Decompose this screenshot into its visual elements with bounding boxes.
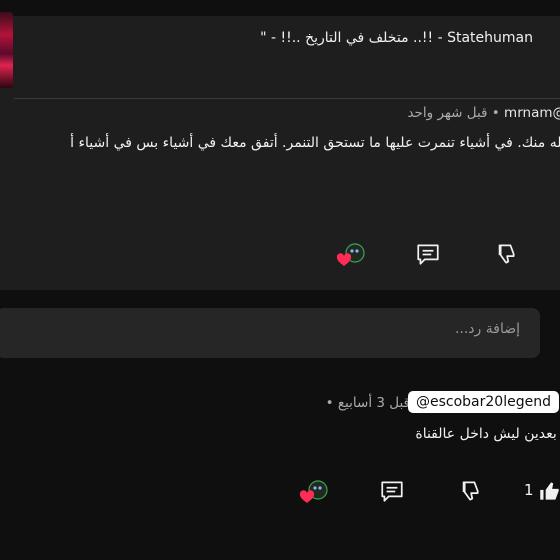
comment-text: و بعدين ليش داخل عالقناة [415,426,560,442]
comment-icon [381,481,403,502]
video-title[interactable]: Statehuman - !!.. متخلف في التاريخ ..!! … [260,30,533,46]
reply-button[interactable] [411,237,445,271]
comment-meta: قبل 3 أسابيع • [326,395,410,411]
reply-button[interactable] [375,474,409,508]
reply-input-placeholder[interactable]: إضافة رد... [455,321,520,337]
like-button[interactable] [536,474,560,508]
comment-handle-chip[interactable]: @escobar20legend [408,391,559,413]
creator-heart-badge [299,479,329,505]
creator-heart-badge [336,242,366,268]
divider [14,98,560,99]
thumbs-up-icon [540,482,559,500]
thumbs-down-icon [462,481,479,501]
dislike-button[interactable] [488,237,522,271]
comment-handle[interactable]: @mrnam [504,105,560,121]
meta-separator: • [325,395,334,411]
comment-icon [417,244,439,265]
comment-time[interactable]: قبل 3 أسابيع [338,395,410,411]
comment-text: الله منك. في أشياء تنمرت عليها ما تستحق … [70,135,560,151]
video-card[interactable] [0,16,560,290]
thumbs-down-icon [498,244,515,264]
comment-meta: @mrnam • قبل شهر واحد [407,105,560,121]
creator-heart-icon [299,480,328,503]
meta-separator: • [487,105,500,121]
comment-time[interactable]: قبل شهر واحد [407,105,487,121]
dislike-button[interactable] [452,474,486,508]
like-count: 1 [524,481,534,499]
creator-heart-icon [336,243,365,266]
video-thumbnail[interactable] [0,12,13,88]
